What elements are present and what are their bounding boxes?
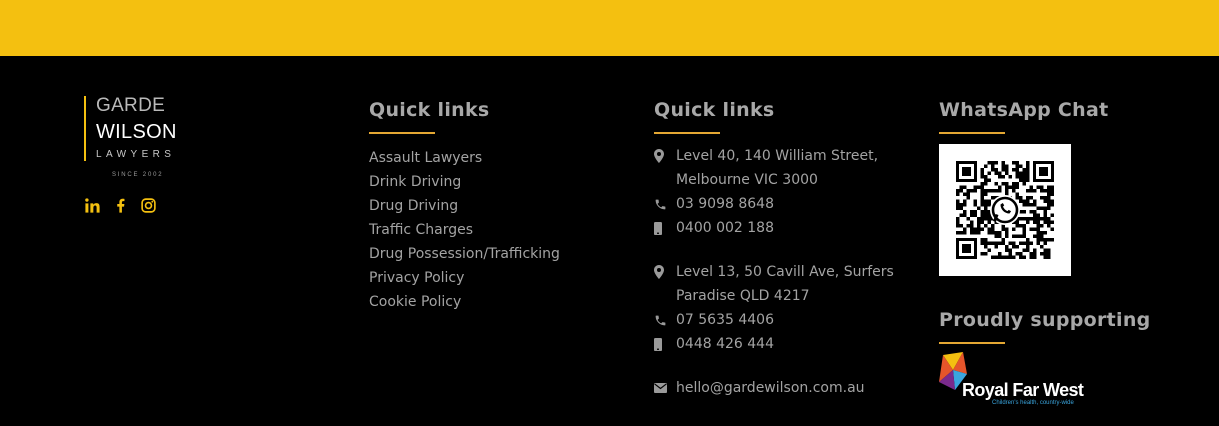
whatsapp-qr-code[interactable] [939, 144, 1071, 276]
link-assault-lawyers[interactable]: Assault Lawyers [369, 146, 560, 170]
phone-icon [654, 192, 676, 216]
link-cookie-policy[interactable]: Cookie Policy [369, 290, 560, 314]
royal-far-west-logo[interactable]: Royal Far West Children's health, countr… [939, 352, 1099, 410]
link-privacy-policy[interactable]: Privacy Policy [369, 266, 560, 290]
surfers-address-line1: Level 13, 50 Cavill Ave, Surfers [676, 264, 894, 280]
surfers-address-line2: Paradise QLD 4217 [676, 288, 810, 304]
surfers-mobile[interactable]: 0448 426 444 [676, 332, 774, 356]
melbourne-address-line1: Level 40, 140 William Street, [676, 148, 879, 164]
logo-text-since: SINCE 2002 [112, 172, 164, 178]
contact-heading: Quick links [654, 99, 775, 121]
surfers-address-cont: Paradise QLD 4217 [676, 284, 810, 308]
logo-text-wilson: WILSON [96, 121, 177, 143]
link-drug-driving[interactable]: Drug Driving [369, 194, 560, 218]
social-links [84, 197, 157, 214]
surfers-phone-row[interactable]: 07 5635 4406 [654, 308, 774, 332]
melbourne-address-line2: Melbourne VIC 3000 [676, 172, 818, 188]
royal-far-west-tagline: Children's health, country-wide [992, 400, 1074, 406]
logo-text-lawyers: LAWYERS [96, 149, 176, 160]
top-accent-band [0, 0, 1219, 56]
melbourne-address: Level 40, 140 William Street, [654, 144, 878, 168]
quick-links-underline [369, 132, 435, 134]
link-traffic-charges[interactable]: Traffic Charges [369, 218, 560, 242]
link-drink-driving[interactable]: Drink Driving [369, 170, 560, 194]
melbourne-phone-row[interactable]: 03 9098 8648 [654, 192, 774, 216]
melbourne-address-cont: Melbourne VIC 3000 [676, 168, 818, 192]
whatsapp-icon [990, 195, 1020, 225]
email-row[interactable]: hello@gardewilson.com.au [654, 376, 865, 400]
link-drug-possession[interactable]: Drug Possession/Trafficking [369, 242, 560, 266]
instagram-icon[interactable] [140, 197, 157, 214]
whatsapp-underline [939, 132, 1005, 134]
melbourne-phone[interactable]: 03 9098 8648 [676, 192, 774, 216]
location-pin-icon [654, 260, 676, 284]
logo-accent-bar [84, 96, 86, 161]
facebook-icon[interactable] [112, 197, 129, 214]
supporting-heading: Proudly supporting [939, 309, 1151, 331]
garde-wilson-logo[interactable]: GARDE WILSON LAWYERS SINCE 2002 [84, 96, 194, 180]
whatsapp-heading: WhatsApp Chat [939, 99, 1109, 121]
surfers-address: Level 13, 50 Cavill Ave, Surfers [654, 260, 894, 284]
melbourne-mobile-row[interactable]: 0400 002 188 [654, 216, 774, 240]
contact-underline [654, 132, 720, 134]
supporting-underline [939, 342, 1005, 344]
royal-far-west-name: Royal Far West [962, 380, 1084, 400]
quick-links-heading: Quick links [369, 99, 490, 121]
quick-links-list: Assault Lawyers Drink Driving Drug Drivi… [369, 146, 560, 314]
site-footer: GARDE WILSON LAWYERS SINCE 2002 Quick li… [0, 56, 1219, 426]
mobile-icon [654, 216, 676, 240]
melbourne-mobile[interactable]: 0400 002 188 [676, 216, 774, 240]
logo-text-garde: GARDE [96, 95, 166, 116]
linkedin-icon[interactable] [84, 197, 101, 214]
phone-icon [654, 308, 676, 332]
surfers-phone[interactable]: 07 5635 4406 [676, 308, 774, 332]
mobile-icon [654, 332, 676, 356]
email-icon [654, 376, 676, 400]
location-pin-icon [654, 144, 676, 168]
surfers-mobile-row[interactable]: 0448 426 444 [654, 332, 774, 356]
email-address[interactable]: hello@gardewilson.com.au [676, 376, 865, 400]
